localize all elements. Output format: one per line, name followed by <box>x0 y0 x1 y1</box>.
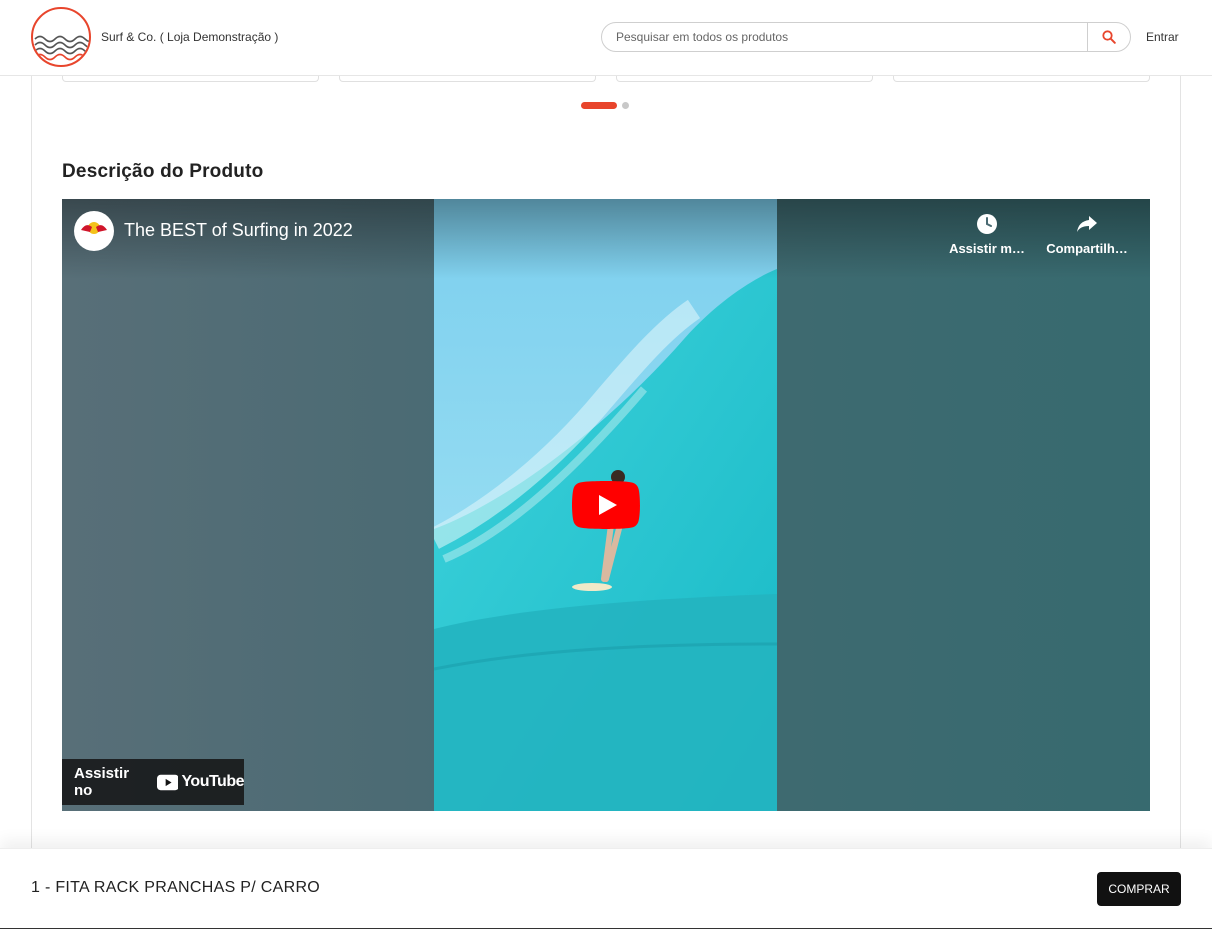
carousel-pagination <box>581 102 629 109</box>
wave-logo-icon <box>34 35 89 61</box>
sticky-buy-bar: 1 - FITA RACK PRANCHAS P/ CARRO COMPRAR <box>0 848 1212 929</box>
clock-icon <box>977 214 997 234</box>
red-bull-logo <box>81 222 107 234</box>
search-input[interactable] <box>616 23 1086 51</box>
share-label: Compartilh… <box>1046 241 1128 256</box>
carousel-dot-active[interactable] <box>581 102 617 109</box>
buy-button[interactable]: COMPRAR <box>1097 872 1181 906</box>
watch-later-label: Assistir m… <box>949 241 1025 256</box>
related-product-card[interactable] <box>339 76 596 82</box>
related-product-card[interactable] <box>62 76 319 82</box>
section-title: Descrição do Produto <box>62 161 264 182</box>
carousel-dot[interactable] <box>622 102 629 109</box>
search-button[interactable] <box>1087 23 1130 51</box>
share-button[interactable]: Compartilh… <box>1042 211 1132 256</box>
youtube-wordmark: YouTube <box>181 773 244 790</box>
play-icon <box>572 481 640 529</box>
channel-avatar[interactable] <box>74 211 114 251</box>
site-header: Surf & Co. ( Loja Demonstração ) Entrar <box>0 0 1212 76</box>
store-logo[interactable] <box>31 7 91 67</box>
related-product-card[interactable] <box>616 76 873 82</box>
search-bar <box>601 22 1131 52</box>
product-name: 1 - FITA RACK PRANCHAS P/ CARRO <box>31 879 321 896</box>
related-product-card[interactable] <box>893 76 1150 82</box>
store-name[interactable]: Surf & Co. ( Loja Demonstração ) <box>101 30 278 44</box>
youtube-icon <box>156 774 179 790</box>
share-icon <box>1077 216 1097 232</box>
watch-on-youtube-button[interactable]: Assistir no YouTube <box>62 759 244 805</box>
login-link[interactable]: Entrar <box>1146 30 1179 44</box>
youtube-video-embed[interactable]: The BEST of Surfing in 2022 Assistir m… … <box>62 199 1150 811</box>
play-button[interactable] <box>572 481 640 529</box>
watch-later-button[interactable]: Assistir m… <box>942 211 1032 256</box>
watch-on-label: Assistir no <box>74 765 130 799</box>
search-icon <box>1102 30 1116 44</box>
video-title[interactable]: The BEST of Surfing in 2022 <box>124 220 353 241</box>
